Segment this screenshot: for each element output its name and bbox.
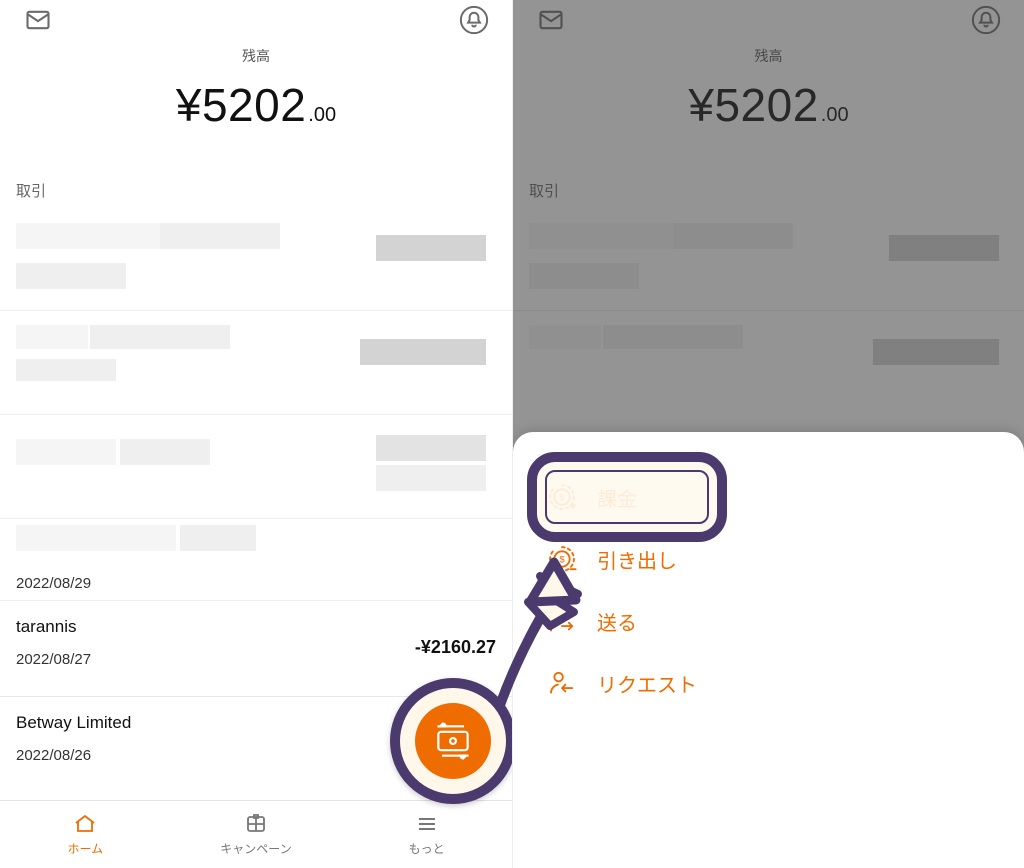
sheet-request-label: リクエスト [597,669,697,698]
sheet-deposit[interactable]: $ 課金 [537,466,1000,528]
nav-home-label: ホーム [68,840,104,857]
tx-row-masked [0,205,512,311]
tx-row-masked [0,311,512,415]
svg-text:$: $ [559,492,565,502]
svg-text:$: $ [559,554,565,564]
mail-icon[interactable] [20,2,56,38]
sheet-withdraw[interactable]: $ 引き出し [537,528,1000,590]
balance-label: 残高 [0,46,512,66]
fab-annotation-ring [390,678,512,804]
tx-row-masked [0,415,512,519]
tx-amount: -¥2160.27 [415,637,496,658]
request-icon [545,666,579,700]
right-pane: 残高 ¥5202 .00 取引 $ 課金 [512,0,1024,868]
bell-icon[interactable] [456,2,492,38]
send-icon [545,604,579,638]
balance-section: 残高 ¥5202 .00 [0,40,512,162]
tx-header: 取引 [0,180,512,201]
left-pane: 残高 ¥5202 .00 取引 2022/08/29 tarannis 2022… [0,0,512,868]
balance-amount: ¥5202 .00 [176,78,336,132]
tx-name: tarannis [16,617,496,637]
tx-date-masked: 2022/08/29 [16,575,91,592]
nav-more[interactable]: もっと [341,801,512,868]
bottom-nav: ホーム キャンペーン もっと [0,800,512,868]
sheet-send-label: 送る [597,607,637,636]
deposit-icon: $ [545,480,579,514]
topbar-left [0,0,512,40]
withdraw-icon: $ [545,542,579,576]
action-sheet: $ 課金 $ 引き出し 送る [513,432,1024,868]
nav-campaign[interactable]: キャンペーン [171,801,342,868]
tx-row-masked: 2022/08/29 [0,519,512,601]
sheet-withdraw-label: 引き出し [597,545,677,574]
nav-home[interactable]: ホーム [0,801,171,868]
balance-cents: .00 [308,104,336,127]
transfer-fab[interactable] [415,703,491,779]
balance-main: ¥5202 [176,78,306,132]
nav-more-label: もっと [409,840,445,857]
sheet-request[interactable]: リクエスト [537,652,1000,714]
sheet-deposit-label: 課金 [597,483,637,512]
nav-campaign-label: キャンペーン [220,840,291,857]
sheet-send[interactable]: 送る [537,590,1000,652]
